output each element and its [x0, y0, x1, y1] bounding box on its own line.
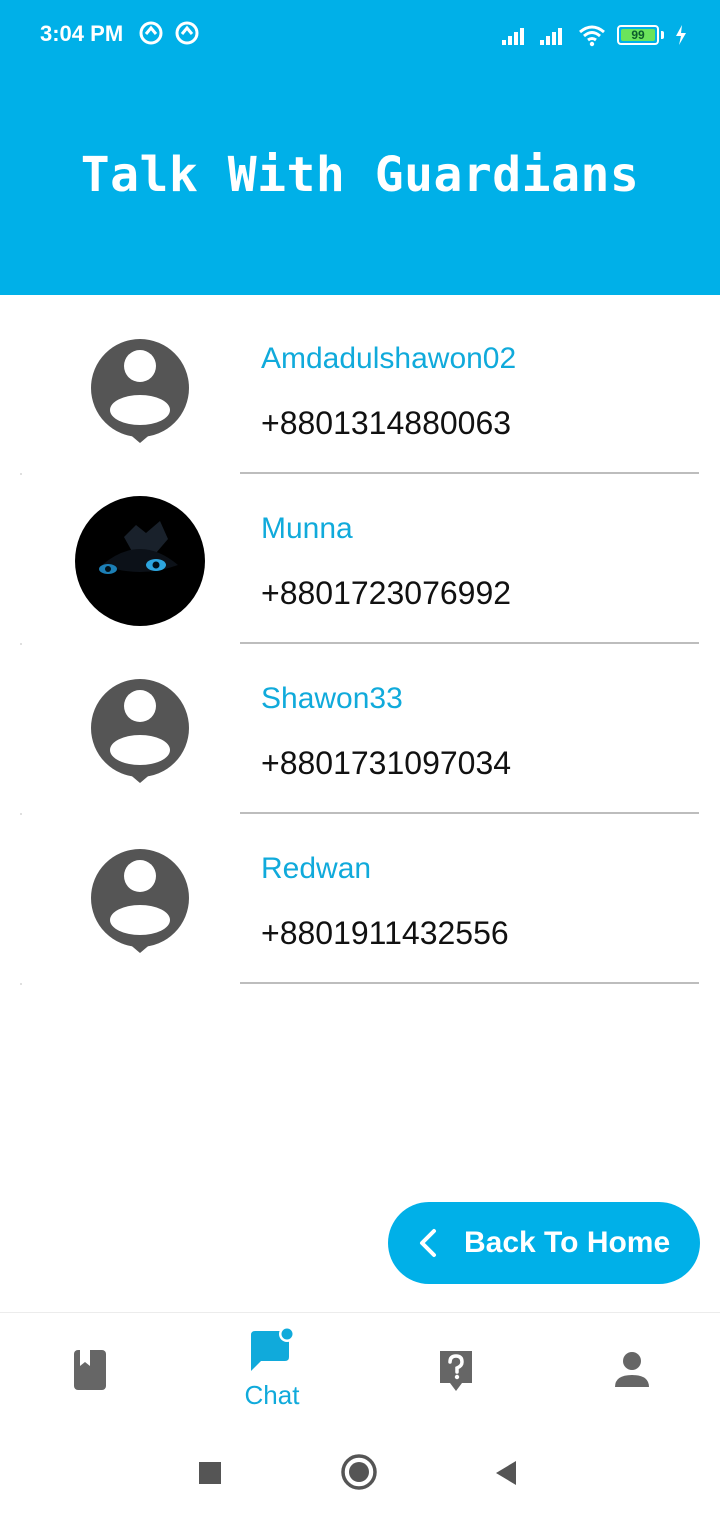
- help-icon: [440, 1351, 472, 1391]
- guardian-phone: +8801731097034: [261, 745, 512, 781]
- guardian-phone: +8801911432556: [261, 915, 509, 951]
- default-avatar-icon: [91, 679, 189, 783]
- status-time: 3:04 PM: [40, 21, 124, 46]
- notification-app-icon: [175, 21, 199, 45]
- nav-item-book[interactable]: [0, 1313, 180, 1425]
- guardian-row[interactable]: Amdadulshawon02 +8801314880063: [0, 305, 720, 475]
- status-right-icons: 99: [501, 20, 688, 50]
- book-icon: [74, 1350, 106, 1390]
- row-divider: [240, 982, 699, 984]
- page-title: Talk With Guardians: [80, 147, 640, 203]
- default-avatar-icon: [91, 849, 189, 953]
- wifi-icon: [579, 25, 605, 47]
- guardian-name: Munna: [261, 512, 353, 545]
- back-icon[interactable]: [492, 1459, 520, 1487]
- signal-icon: [502, 28, 524, 45]
- nav-label-chat: Chat: [244, 1380, 300, 1410]
- chevron-left-icon: [420, 1229, 436, 1257]
- back-to-home-label: Back To Home: [464, 1226, 671, 1259]
- guardian-row[interactable]: Shawon33 +8801731097034: [0, 645, 720, 815]
- recent-apps-icon[interactable]: [198, 1461, 222, 1485]
- charging-icon: [676, 25, 686, 45]
- default-avatar-icon: [91, 339, 189, 443]
- profile-icon: [615, 1352, 649, 1387]
- guardian-name: Shawon33: [261, 682, 403, 715]
- battery-indicator: 99: [617, 25, 659, 45]
- row-divider: [240, 472, 699, 474]
- guardian-phone: +8801314880063: [261, 405, 512, 441]
- app-header: 3:04 PM 99 Talk With Guardians: [0, 0, 720, 295]
- status-left-icons: [138, 20, 200, 46]
- guardian-row[interactable]: Munna +8801723076992: [0, 475, 720, 645]
- guardian-name: Redwan: [261, 852, 372, 885]
- back-to-home-button[interactable]: Back To Home: [388, 1202, 700, 1284]
- chat-icon: [251, 1327, 295, 1371]
- battery-level: 99: [631, 28, 645, 42]
- profile-photo: [75, 496, 205, 626]
- nav-item-chat[interactable]: Chat: [182, 1313, 362, 1425]
- signal-icon: [540, 28, 562, 45]
- bottom-navigation: Chat: [0, 1312, 720, 1426]
- guardian-row[interactable]: Redwan +8801911432556: [0, 815, 720, 985]
- row-divider: [240, 642, 699, 644]
- row-divider: [240, 812, 699, 814]
- home-icon[interactable]: [340, 1453, 378, 1491]
- notification-app-icon: [139, 21, 163, 45]
- guardian-name: Amdadulshawon02: [261, 342, 517, 375]
- guardian-phone: +8801723076992: [261, 575, 512, 611]
- nav-item-help[interactable]: [366, 1313, 546, 1425]
- nav-item-profile[interactable]: [542, 1313, 720, 1425]
- system-navigation-bar: [0, 1425, 720, 1520]
